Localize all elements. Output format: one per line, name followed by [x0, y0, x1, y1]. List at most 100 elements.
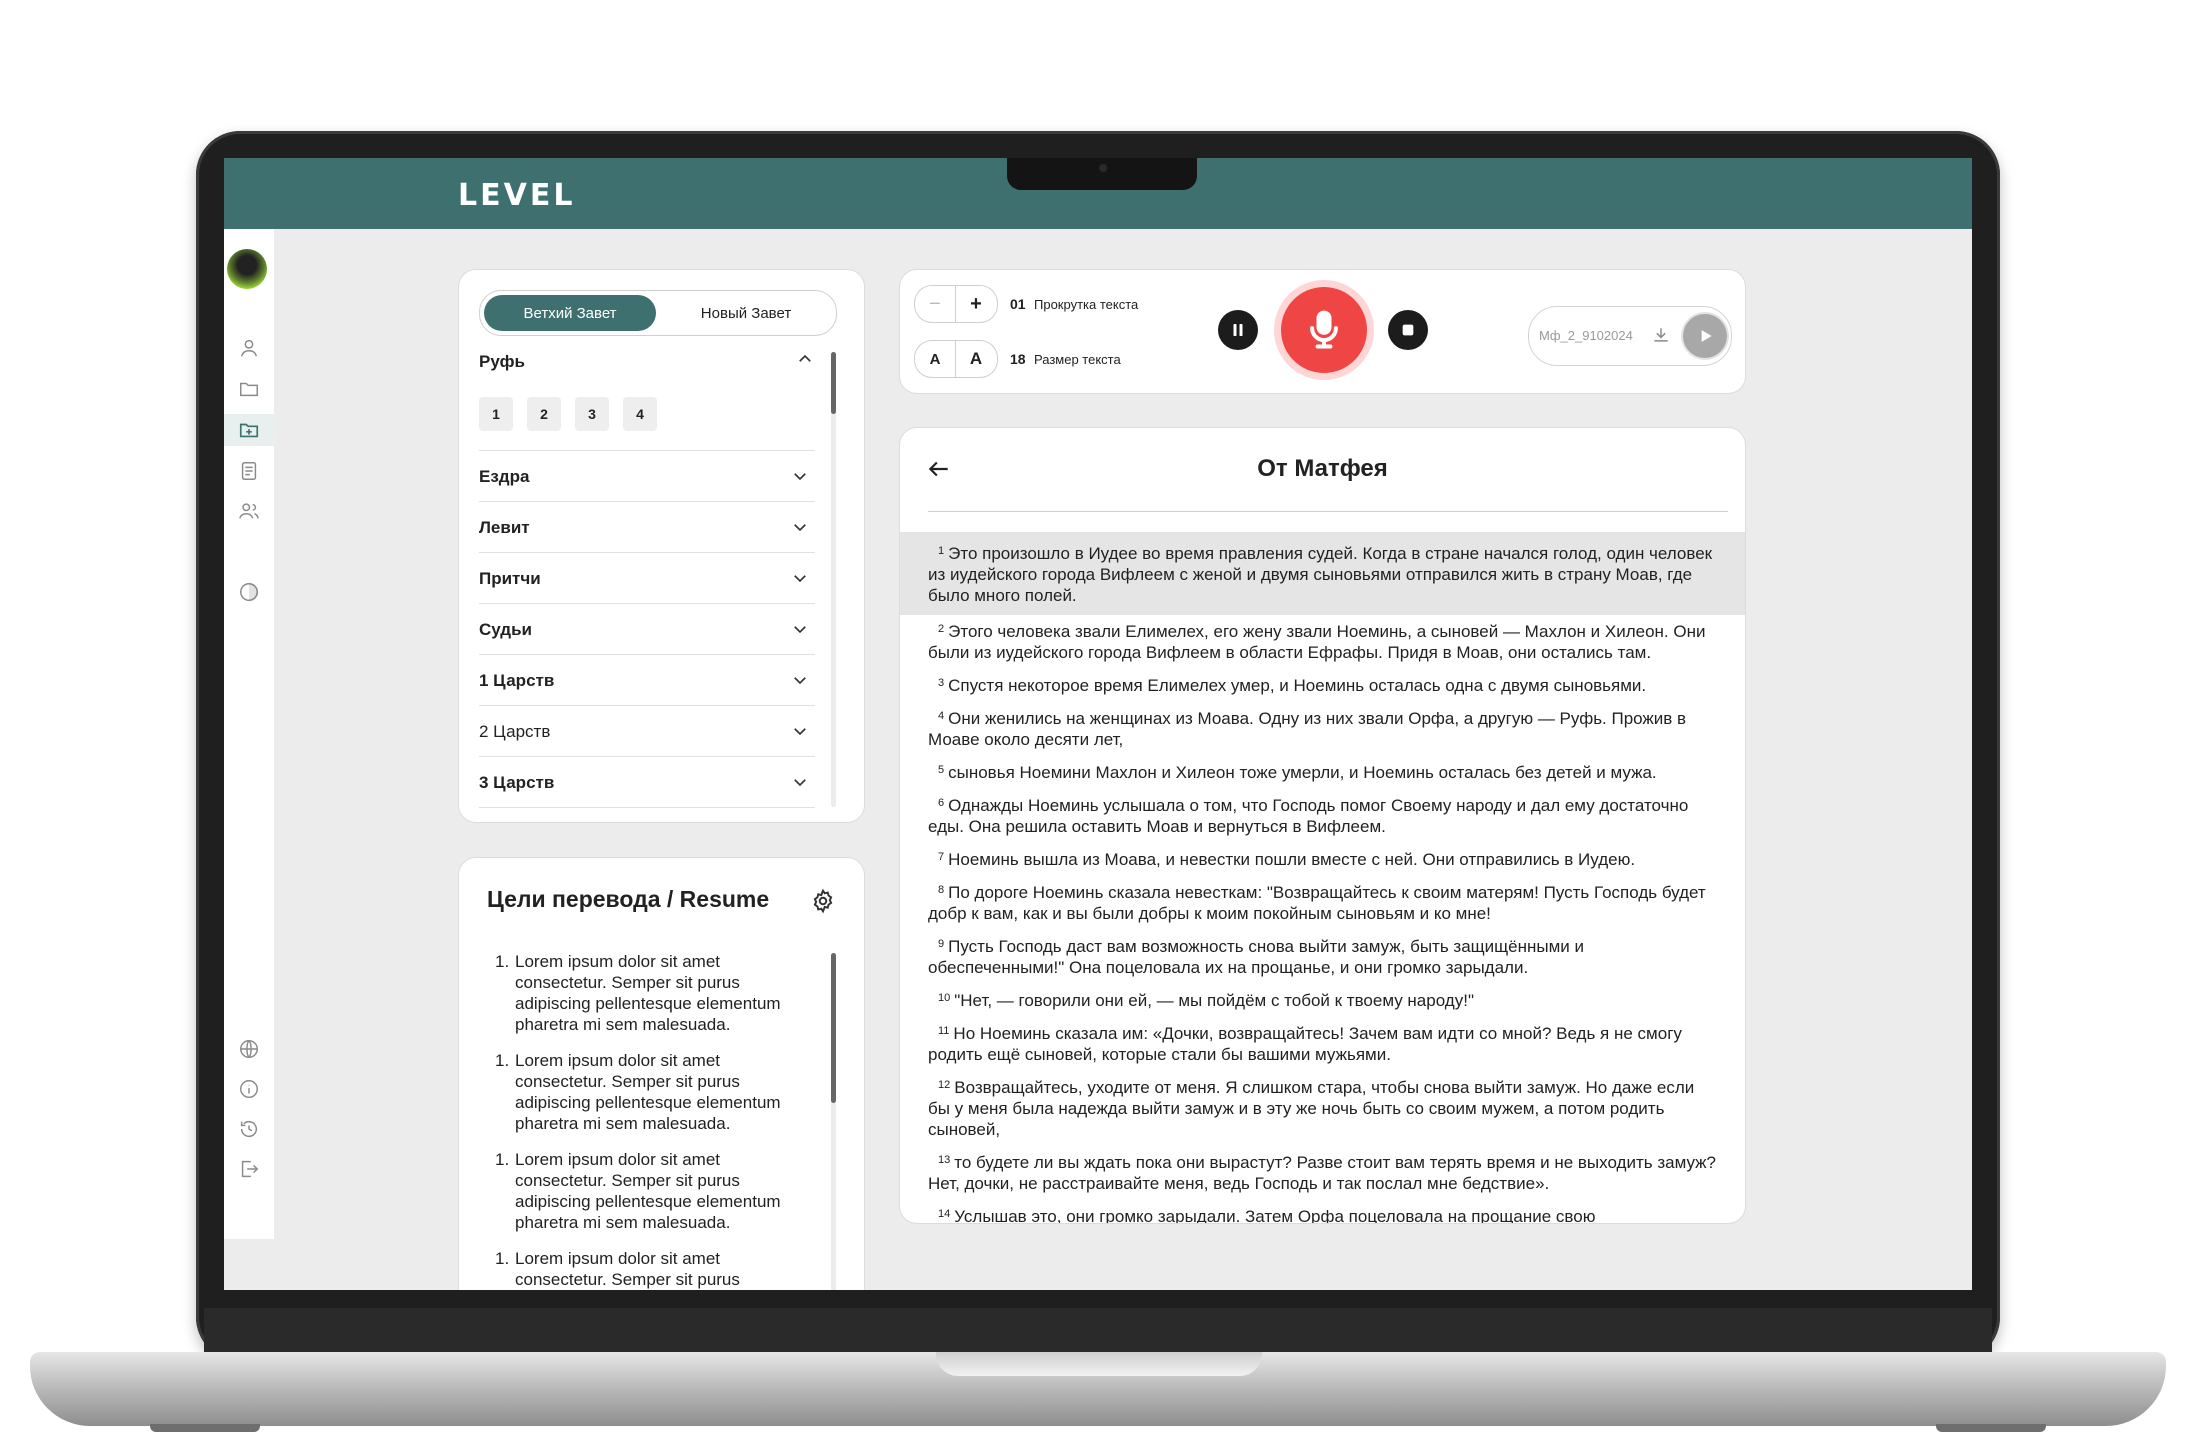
pause-icon	[1233, 324, 1243, 336]
verse[interactable]: 7 Ноеминь вышла из Моава, и невестки пошл…	[900, 843, 1745, 876]
logout-icon[interactable]	[236, 1156, 262, 1182]
stop-button[interactable]	[1388, 310, 1428, 350]
verse-text: Пусть Господь даст вам возможность снова…	[928, 937, 1584, 977]
book-row[interactable]: Притчи	[479, 552, 815, 604]
book-name: Притчи	[479, 569, 541, 588]
users-icon[interactable]	[236, 498, 262, 524]
verse[interactable]: 12 Возвращайтесь, уходите от меня. Я слиш…	[900, 1071, 1745, 1146]
camera-icon	[1099, 164, 1107, 172]
chapter-button[interactable]: 2	[527, 397, 561, 431]
verse-number: 12	[938, 1079, 951, 1091]
books-panel: Ветхий Завет Новый Завет Руфь 1 2 3 4 Ез…	[458, 269, 865, 823]
folder-icon[interactable]	[236, 376, 262, 402]
recording-toolbar: − + 01 Прокрутка текста A A 18 Размер те…	[899, 269, 1746, 394]
chevron-up-icon[interactable]	[796, 350, 814, 368]
verse-text: Спустя некоторое время Елимелех умер, и …	[948, 676, 1647, 695]
decrease-button[interactable]: −	[915, 286, 956, 322]
verse[interactable]: 1 Это произошло в Иудее во время правлени…	[900, 532, 1745, 615]
verse-list: 1 Это произошло в Иудее во время правлени…	[900, 532, 1745, 1224]
theme-toggle-icon[interactable]	[236, 579, 262, 605]
pause-button[interactable]	[1218, 310, 1258, 350]
download-icon[interactable]	[1651, 325, 1671, 345]
info-icon[interactable]	[236, 1076, 262, 1102]
verse-number: 5	[938, 764, 945, 776]
chevron-down-icon	[794, 677, 806, 685]
chapter-button[interactable]: 3	[575, 397, 609, 431]
book-row[interactable]: Ездра	[479, 450, 815, 502]
verse-number: 13	[938, 1154, 951, 1166]
list-number: 1.	[495, 1150, 510, 1169]
verse-number: 4	[938, 710, 945, 722]
verse-number: 7	[938, 851, 945, 863]
verse[interactable]: 11 Но Ноеминь сказала им: «Дочки, возвращ…	[900, 1017, 1745, 1071]
list-text: Lorem ipsum dolor sit amet consectetur. …	[515, 1051, 781, 1133]
chevron-down-icon	[794, 626, 806, 634]
text-size-value: 18	[1010, 351, 1026, 367]
verse[interactable]: 8 По дороге Ноеминь сказала невесткам: "В…	[900, 876, 1745, 930]
increase-button[interactable]: +	[956, 286, 996, 322]
user-icon[interactable]	[236, 335, 262, 361]
book-row[interactable]: Судьи	[479, 603, 815, 655]
scrollbar-track[interactable]	[831, 352, 836, 807]
chapter-button[interactable]: 4	[623, 397, 657, 431]
book-ruth-title[interactable]: Руфь	[479, 352, 525, 372]
chevron-down-icon	[794, 473, 806, 481]
verse[interactable]: 6 Однажды Ноеминь услышала о том, что Гос…	[900, 789, 1745, 843]
text-smaller-button[interactable]: A	[915, 341, 956, 377]
scrollbar-thumb[interactable]	[831, 953, 836, 1103]
play-button[interactable]	[1683, 314, 1727, 358]
list-number: 1.	[495, 952, 510, 971]
stop-icon	[1402, 324, 1414, 336]
verse-text: Они женились на женщинах из Моава. Одну …	[928, 709, 1687, 749]
book-row[interactable]: 2 Царств	[479, 705, 815, 757]
chevron-down-icon	[794, 779, 806, 787]
document-icon[interactable]	[236, 458, 262, 484]
app-screen: LEVEL Ветхий Завет Новый Завет Руфь 1 2 …	[224, 158, 1972, 1290]
globe-icon[interactable]	[236, 1036, 262, 1062]
tab-old-testament[interactable]: Ветхий Завет	[484, 295, 656, 331]
record-button[interactable]	[1274, 280, 1374, 380]
laptop-foot	[1936, 1424, 2046, 1432]
text-larger-button[interactable]: A	[956, 341, 996, 377]
verse-number: 8	[938, 884, 945, 896]
verse[interactable]: 13 то будете ли вы ждать пока они вырасту…	[900, 1146, 1745, 1200]
reader-title: От Матфея	[1257, 455, 1388, 482]
scrollbar-thumb[interactable]	[831, 352, 836, 414]
reader-panel: От Матфея 1 Это произошло в Иудее во врем…	[899, 427, 1746, 1224]
verse[interactable]: 10 "Нет, — говорили они ей, — мы пойдём с…	[900, 984, 1745, 1017]
verse-number: 11	[938, 1025, 950, 1037]
play-icon	[1701, 330, 1712, 342]
verse-text: Услышав это, они громко зарыдали. Затем …	[954, 1207, 1596, 1224]
verse[interactable]: 14 Услышав это, они громко зарыдали. Зате…	[900, 1200, 1745, 1224]
book-name: Судьи	[479, 620, 533, 639]
folder-add-icon[interactable]	[224, 414, 274, 446]
verse-number: 1	[938, 545, 945, 557]
book-name: Левит	[479, 518, 530, 537]
verse-text: то будете ли вы ждать пока они вырастут?…	[928, 1153, 1716, 1193]
avatar[interactable]	[227, 249, 267, 289]
history-icon[interactable]	[236, 1116, 262, 1142]
verse[interactable]: 9 Пусть Господь даст вам возможность снов…	[900, 930, 1745, 984]
verse-text: Ноеминь вышла из Моава, и невестки пошли…	[948, 850, 1636, 869]
gear-icon[interactable]	[810, 888, 836, 914]
app-logo[interactable]: LEVEL	[458, 178, 575, 213]
tab-new-testament[interactable]: Новый Завет	[660, 295, 832, 331]
verse-text: Однажды Ноеминь услышала о том, что Госп…	[928, 796, 1689, 836]
book-row[interactable]: 3 Царств	[479, 756, 815, 808]
chevron-down-icon	[794, 728, 806, 736]
verse-number: 2	[938, 623, 945, 635]
verse-text: Этого человека звали Елимелех, его жену …	[928, 622, 1706, 662]
chevron-down-icon	[794, 524, 806, 532]
verse[interactable]: 5 сыновья Ноемини Махлон и Хилеон тоже ум…	[900, 756, 1745, 789]
verse[interactable]: 2 Этого человека звали Елимелех, его жену…	[900, 615, 1745, 669]
book-row[interactable]: Левит	[479, 501, 815, 553]
verse[interactable]: 3 Спустя некоторое время Елимелех умер, и…	[900, 669, 1745, 702]
book-row[interactable]: 1 Царств	[479, 654, 815, 706]
book-name: Ездра	[479, 467, 530, 486]
laptop-base-notch	[936, 1352, 1262, 1376]
camera-notch	[1007, 158, 1197, 190]
verse[interactable]: 4 Они женились на женщинах из Моава. Одну…	[900, 702, 1745, 756]
goals-title: Цели перевода / Resume	[487, 886, 770, 912]
list-number: 1.	[495, 1249, 510, 1268]
chapter-button[interactable]: 1	[479, 397, 513, 431]
